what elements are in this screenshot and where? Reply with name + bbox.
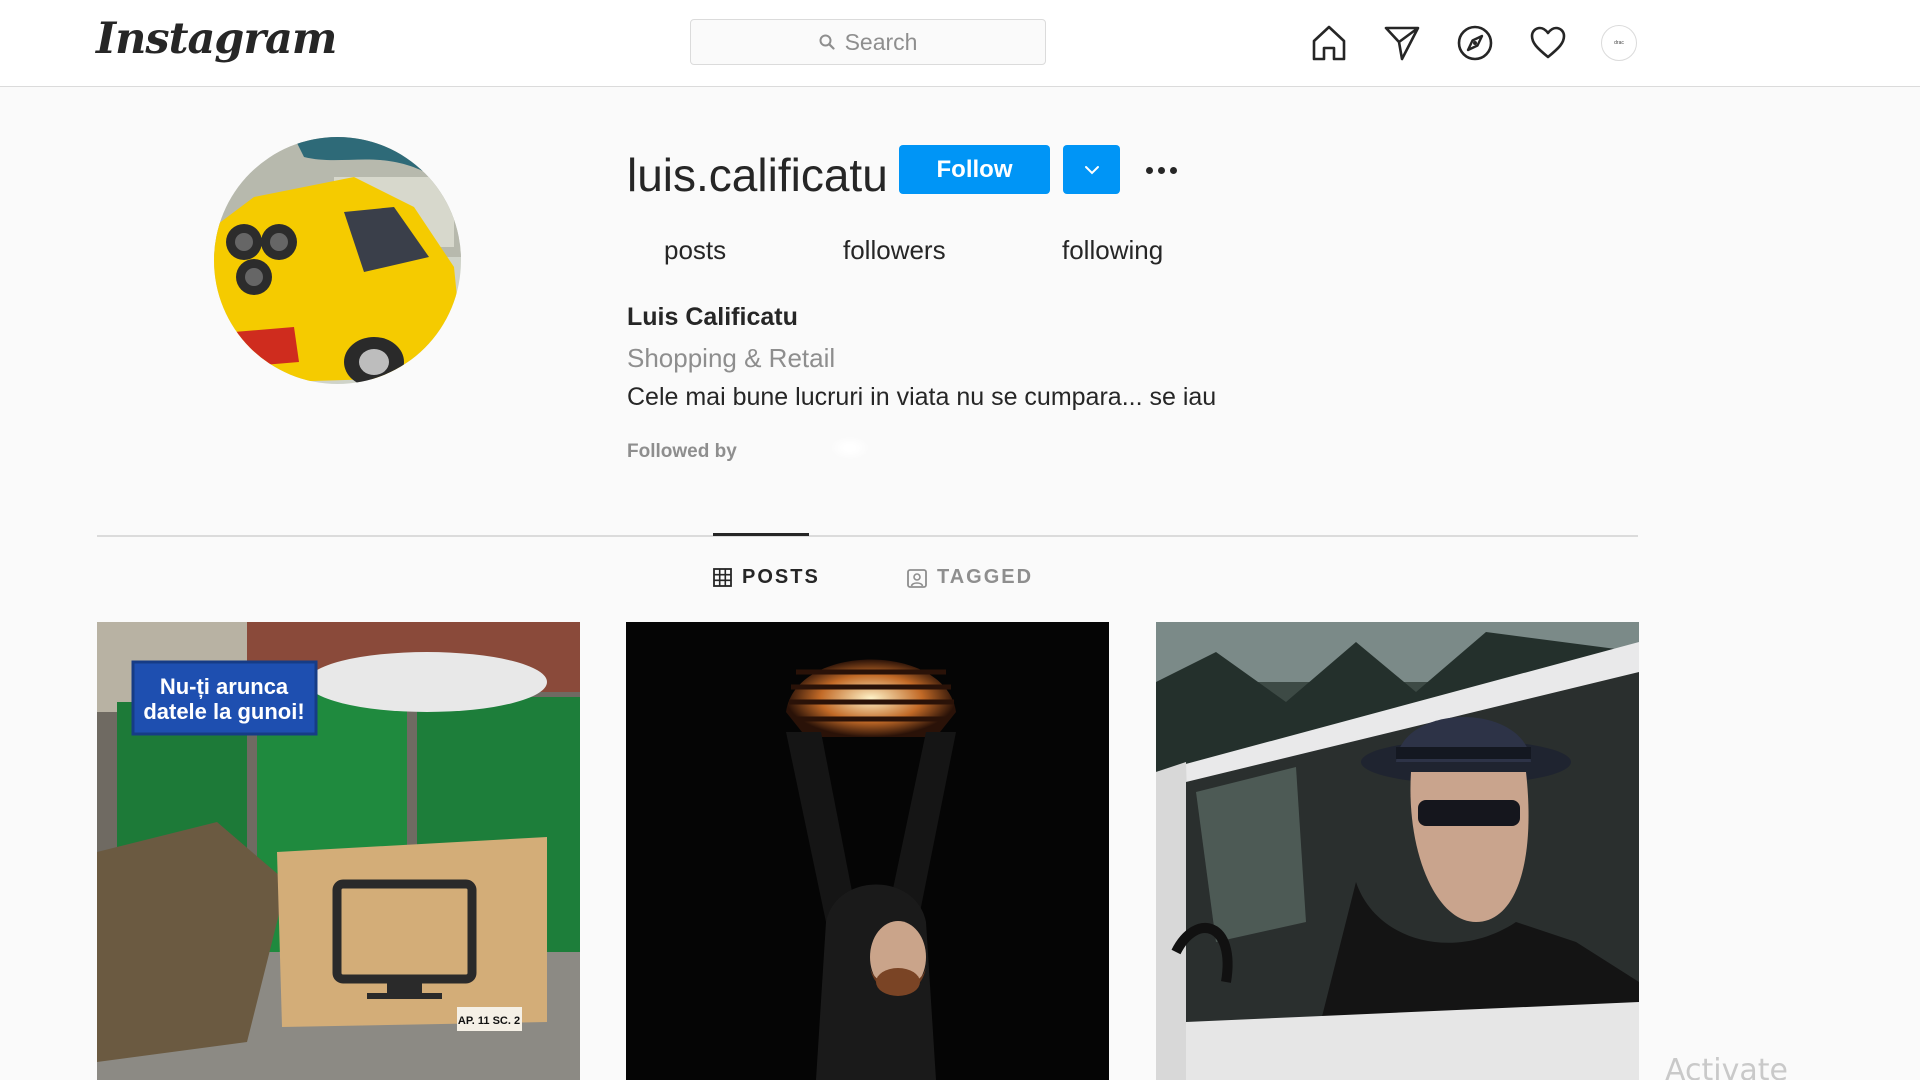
followers-count-label[interactable]: followers: [843, 235, 946, 266]
os-activation-watermark: Activate Windows: [1665, 1053, 1788, 1080]
nav-icon-group: drac: [1309, 23, 1637, 63]
more-options-icon[interactable]: [1138, 150, 1184, 190]
profile-category: Shopping & Retail: [627, 343, 836, 373]
search-placeholder: Search: [844, 28, 918, 55]
tabs-divider: [97, 535, 1638, 537]
top-navigation-bar: Instagram Search drac: [0, 0, 1920, 87]
suggested-accounts-button[interactable]: [1063, 145, 1120, 194]
home-icon[interactable]: [1309, 23, 1349, 63]
tagged-person-icon: [907, 568, 927, 588]
followed-by-redacted: [830, 436, 870, 460]
tab-tagged[interactable]: TAGGED: [907, 566, 1033, 589]
post-thumbnail[interactable]: [1156, 622, 1639, 1080]
post-sign-line2: datele la gunoi!: [143, 699, 304, 724]
grid-icon: [713, 568, 732, 587]
post-thumbnail[interactable]: Nu-ți arunca datele la gunoi! AP. 11 SC.…: [97, 622, 580, 1080]
tab-posts[interactable]: POSTS: [713, 566, 820, 589]
direct-message-icon[interactable]: [1382, 23, 1422, 63]
follow-button[interactable]: Follow: [899, 145, 1050, 194]
instagram-logo[interactable]: Instagram: [96, 14, 337, 64]
chevron-down-icon: [1084, 165, 1099, 174]
post-sign-line1: Nu-ți arunca: [160, 674, 289, 699]
post-box-label: AP. 11 SC. 2: [458, 1015, 520, 1027]
tab-posts-label: POSTS: [742, 566, 820, 588]
search-icon: [819, 34, 835, 50]
profile-bio: Cele mai bune lucruri in viata nu se cum…: [627, 383, 1217, 411]
posts-count-label[interactable]: posts: [664, 235, 726, 266]
search-input[interactable]: Search: [690, 19, 1046, 65]
profile-full-name: Luis Calificatu: [627, 303, 798, 331]
explore-icon[interactable]: [1455, 23, 1495, 63]
profile-username: luis.calificatu: [627, 149, 888, 201]
profile-avatar[interactable]: drac: [1601, 25, 1637, 61]
avatar-text: drac: [1614, 40, 1624, 46]
active-tab-indicator: [713, 533, 809, 536]
followed-by-label[interactable]: Followed by: [627, 441, 737, 463]
activity-heart-icon[interactable]: [1528, 23, 1568, 63]
profile-stats: posts followers following: [0, 235, 1920, 269]
tab-tagged-label: TAGGED: [937, 566, 1034, 588]
post-thumbnail[interactable]: [626, 622, 1109, 1080]
following-count-label[interactable]: following: [1062, 235, 1163, 266]
